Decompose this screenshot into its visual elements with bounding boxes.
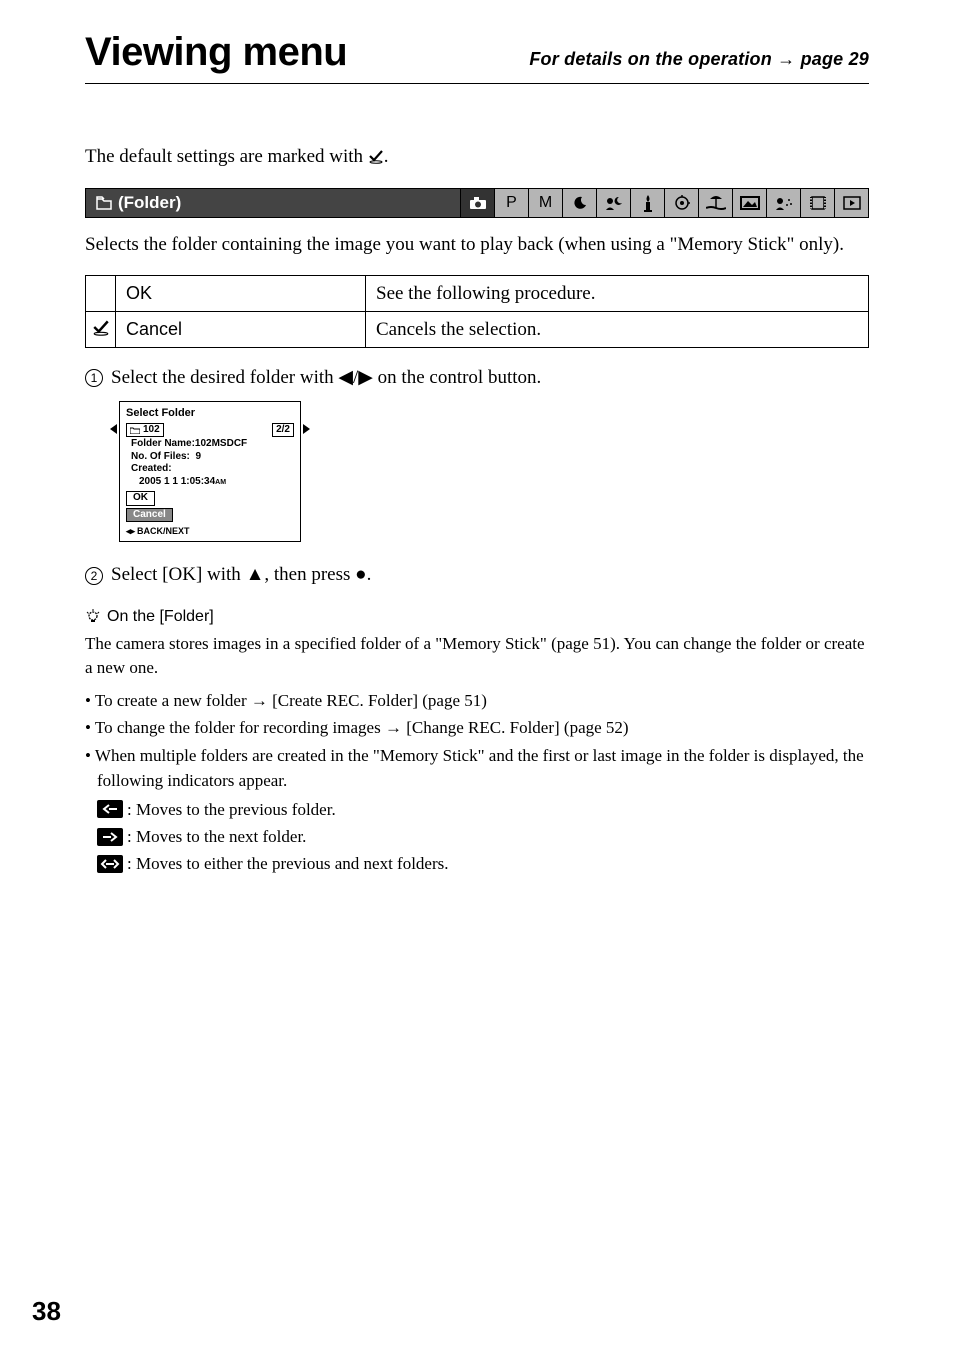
step2-mid: , then press: [264, 564, 355, 585]
option-row-cancel: Cancel Cancels the selection.: [86, 312, 869, 348]
lcd-created-ampm: AM: [215, 479, 226, 486]
bullet-change-folder: • To change the folder for recording ima…: [85, 715, 869, 741]
subtitle-page: page 29: [801, 49, 869, 69]
step2-before: Select [OK] with: [111, 564, 246, 585]
section-label-text: (Folder): [118, 193, 181, 213]
hint-body: The camera stores images in a specified …: [85, 632, 869, 680]
mode-candle-icon: [630, 189, 664, 217]
prev-folder-icon: [97, 800, 123, 818]
page-subtitle: For details on the operation → page 29: [529, 49, 869, 70]
triangle-right-icon: [303, 424, 310, 434]
step-2: 2 Select [OK] with ▲, then press ●.: [85, 564, 869, 586]
folder-small-icon: [130, 426, 140, 434]
folder-description: Selects the folder containing the image …: [85, 232, 869, 258]
step-number-1: 1: [85, 369, 103, 387]
triangle-up-icon: ▲: [246, 564, 265, 585]
next-folder-icon: [97, 828, 123, 846]
lr-small-icon: ◂▸: [126, 526, 135, 537]
intro-after: .: [384, 146, 389, 167]
lcd-files: 9: [195, 451, 201, 462]
mode-movie-icon: [800, 189, 834, 217]
lcd-select-folder: Select Folder 102 2/2 Folder Name:102MSD…: [119, 401, 301, 542]
indicator-both-text: : Moves to either the previous and next …: [127, 850, 449, 877]
left-right-arrow-icon: ◀/▶: [338, 367, 373, 388]
subtitle-prefix: For details on the operation: [529, 49, 772, 69]
option-desc-ok: See the following procedure.: [366, 276, 869, 312]
option-desc-cancel: Cancels the selection.: [366, 312, 869, 348]
step2-after: .: [367, 564, 372, 585]
page-title: Viewing menu: [85, 30, 347, 75]
intro-text: The default settings are marked with .: [85, 144, 869, 170]
lcd-foldername: 102MSDCF: [195, 438, 247, 449]
indicator-prev-text: : Moves to the previous folder.: [127, 796, 336, 823]
intro-before: The default settings are marked with: [85, 146, 368, 167]
lcd-folder-num: 102: [143, 424, 160, 437]
lcd-footer: ◂▸ BACK/NEXT: [126, 526, 294, 537]
bullet-multiple-folders: • When multiple folders are created in t…: [85, 743, 869, 794]
indicator-prev: : Moves to the previous folder.: [97, 796, 869, 823]
mode-m-icon: M: [528, 189, 562, 217]
section-label: (Folder): [86, 189, 460, 217]
lcd-footer-text: BACK/NEXT: [137, 526, 190, 537]
bulb-icon: [85, 609, 101, 625]
lcd-ok-button: OK: [126, 491, 155, 506]
indicator-next: : Moves to the next folder.: [97, 823, 869, 850]
lcd-title: Select Folder: [126, 407, 294, 421]
lcd-created: 2005 1 1 1:05:34: [139, 476, 215, 487]
lcd-created-label: Created:: [131, 463, 294, 476]
mode-p-icon: P: [494, 189, 528, 217]
option-mark-cancel: [86, 312, 116, 348]
indicator-next-text: : Moves to the next folder.: [127, 823, 306, 850]
step1-before: Select the desired folder with: [111, 367, 338, 388]
step1-after: on the control button.: [373, 367, 541, 388]
indicator-both: : Moves to either the previous and next …: [97, 850, 869, 877]
lcd-count: 2/2: [272, 423, 294, 437]
mode-moon-icon: [562, 189, 596, 217]
mode-strip: P M: [460, 189, 868, 217]
arrow-right-icon: →: [777, 49, 795, 69]
step-number-2: 2: [85, 567, 103, 585]
mode-landscape-icon: [732, 189, 766, 217]
option-label-cancel: Cancel: [116, 312, 366, 348]
bullet-create-folder: • To create a new folder → [Create REC. …: [85, 688, 869, 714]
lcd-foldername-label: Folder Name:: [131, 438, 195, 449]
checkmark-default-icon: [368, 148, 384, 164]
page-number: 38: [32, 1296, 61, 1327]
hint-heading-text: On the [Folder]: [107, 608, 214, 626]
option-row-ok: OK See the following procedure.: [86, 276, 869, 312]
lcd-folder-box: 102: [126, 423, 164, 437]
options-table: OK See the following procedure. Cancel C…: [85, 275, 869, 348]
both-folder-icon: [97, 855, 123, 873]
mode-snow-icon: [766, 189, 800, 217]
mode-play-icon: [834, 189, 868, 217]
folder-icon: [96, 196, 112, 210]
mode-camera-icon: [460, 189, 494, 217]
lcd-files-label: No. Of Files:: [131, 451, 190, 462]
triangle-left-icon: [110, 424, 117, 434]
mode-timer-icon: [664, 189, 698, 217]
step-1: 1 Select the desired folder with ◀/▶ on …: [85, 366, 869, 389]
mode-portrait-night-icon: [596, 189, 630, 217]
option-mark-ok: [86, 276, 116, 312]
lcd-cancel-button: Cancel: [126, 508, 173, 523]
option-label-ok: OK: [116, 276, 366, 312]
checkmark-default-icon: [92, 318, 110, 336]
center-dot-icon: ●: [355, 564, 366, 585]
mode-beach-icon: [698, 189, 732, 217]
header-divider: [85, 83, 869, 84]
section-bar-folder: (Folder) P M: [85, 188, 869, 218]
hint-heading: On the [Folder]: [85, 608, 869, 626]
